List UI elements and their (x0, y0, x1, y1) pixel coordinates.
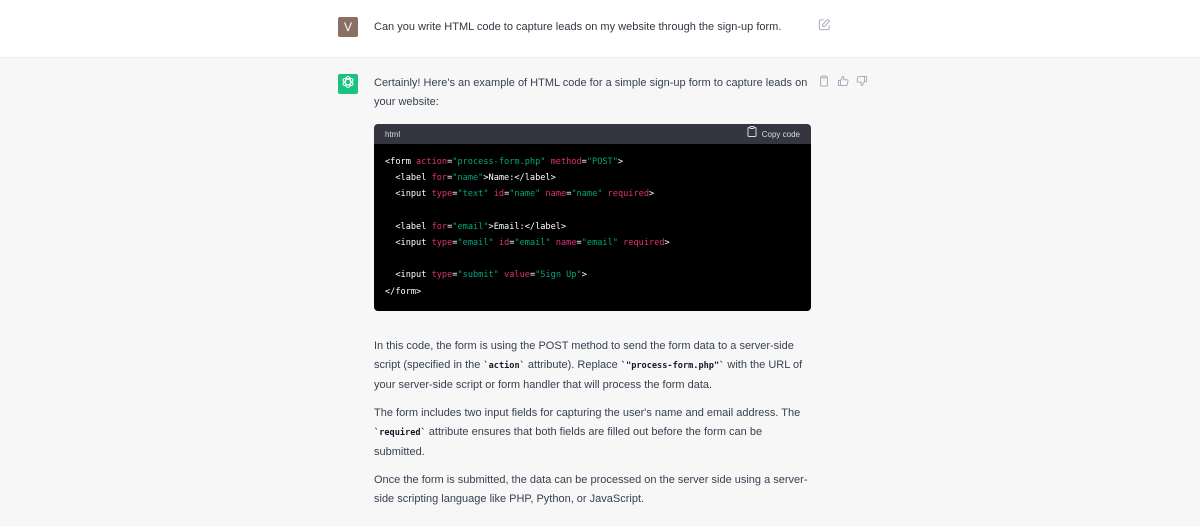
code-token: "POST" (586, 157, 618, 167)
user-avatar: V (338, 17, 358, 37)
code-line: <label for="email">Email:</label> (385, 219, 800, 235)
clipboard-icon[interactable] (818, 75, 831, 88)
thumbs-down-icon[interactable] (856, 75, 869, 88)
code-language-label: html (385, 129, 401, 139)
code-token: "email" (452, 221, 489, 232)
code-token: "email" (457, 238, 494, 249)
code-token: name (545, 189, 567, 200)
assistant-paragraphs: In this code, the form is using the POST… (374, 337, 811, 509)
paragraph-text: attribute). Replace (524, 358, 621, 371)
assistant-paragraph: The form includes two input fields for c… (374, 404, 811, 462)
code-token: action (416, 157, 448, 167)
code-token: for (431, 173, 448, 184)
code-token: type (431, 189, 453, 200)
code-line: <label for="name">Name:</label> (385, 170, 800, 186)
inline-code: `"process-form.php"` (620, 360, 725, 371)
copy-code-button[interactable]: Copy code (747, 125, 800, 144)
code-token: type (431, 270, 453, 281)
clipboard-icon (747, 125, 757, 144)
inline-code: `required` (374, 427, 426, 438)
assistant-message-content: Certainly! Here's an example of HTML cod… (374, 74, 811, 518)
code-block-header: html Copy code (374, 124, 811, 144)
code-token: id (493, 189, 505, 200)
code-line: <form action="process-form.php" method="… (385, 154, 800, 170)
code-token: "name" (509, 189, 541, 200)
code-token: "Sign Up" (535, 270, 582, 281)
code-line: <input type="submit" value="Sign Up"> (385, 267, 800, 283)
code-token: >Email:</label> (488, 221, 567, 232)
code-token: for (431, 221, 448, 232)
copy-code-label: Copy code (761, 129, 800, 139)
message-actions (818, 75, 869, 88)
code-token: <label (385, 173, 432, 184)
code-line: </form> (385, 284, 800, 300)
assistant-message-row: Certainly! Here's an example of HTML cod… (0, 58, 1200, 526)
inline-code: `action` (483, 360, 525, 371)
code-token: </form> (385, 286, 422, 297)
code-token: > (649, 189, 655, 200)
code-body: <form action="process-form.php" method="… (374, 144, 811, 311)
code-token: <label (385, 221, 432, 232)
code-block: html Copy code <form action="process-for… (374, 124, 811, 311)
code-token: value (504, 270, 530, 281)
code-token: "name" (452, 173, 484, 184)
code-token: "submit" (457, 270, 499, 281)
user-message-row: V Can you write HTML code to capture lea… (0, 0, 1200, 58)
code-token: method (550, 157, 582, 167)
paragraph-text: attribute ensures that both fields are f… (374, 425, 763, 458)
edit-icon[interactable] (818, 18, 832, 32)
code-token: name (555, 238, 577, 249)
code-token: <input (385, 189, 432, 200)
user-message-text: Can you write HTML code to capture leads… (374, 21, 782, 33)
code-token: type (431, 238, 453, 249)
code-line: <input type="text" id="name" name="name"… (385, 186, 800, 202)
code-token: "name" (571, 189, 603, 200)
assistant-paragraph: In this code, the form is using the POST… (374, 337, 811, 395)
openai-logo-icon (341, 75, 355, 94)
code-token: required (623, 238, 665, 249)
assistant-avatar (338, 74, 358, 94)
code-token: id (498, 238, 510, 249)
code-token: "text" (457, 189, 489, 200)
code-token: <form (385, 157, 417, 167)
code-token: > (581, 270, 587, 281)
code-token: "process-form.php" (452, 157, 546, 167)
code-token: > (664, 238, 670, 249)
paragraph-text: Once the form is submitted, the data can… (374, 473, 808, 505)
code-token: "email" (581, 238, 618, 249)
thumbs-up-icon[interactable] (837, 75, 850, 88)
code-token: required (607, 189, 650, 200)
assistant-paragraph: Once the form is submitted, the data can… (374, 471, 811, 509)
code-token: "email" (514, 238, 551, 249)
code-token: > (617, 157, 624, 167)
code-token: >Name:</label> (483, 173, 556, 184)
code-token: <input (385, 270, 432, 281)
code-token: <input (385, 238, 432, 249)
code-line: <input type="email" id="email" name="ema… (385, 235, 800, 251)
paragraph-text: The form includes two input fields for c… (374, 406, 801, 419)
assistant-intro-text: Certainly! Here's an example of HTML cod… (374, 77, 808, 108)
